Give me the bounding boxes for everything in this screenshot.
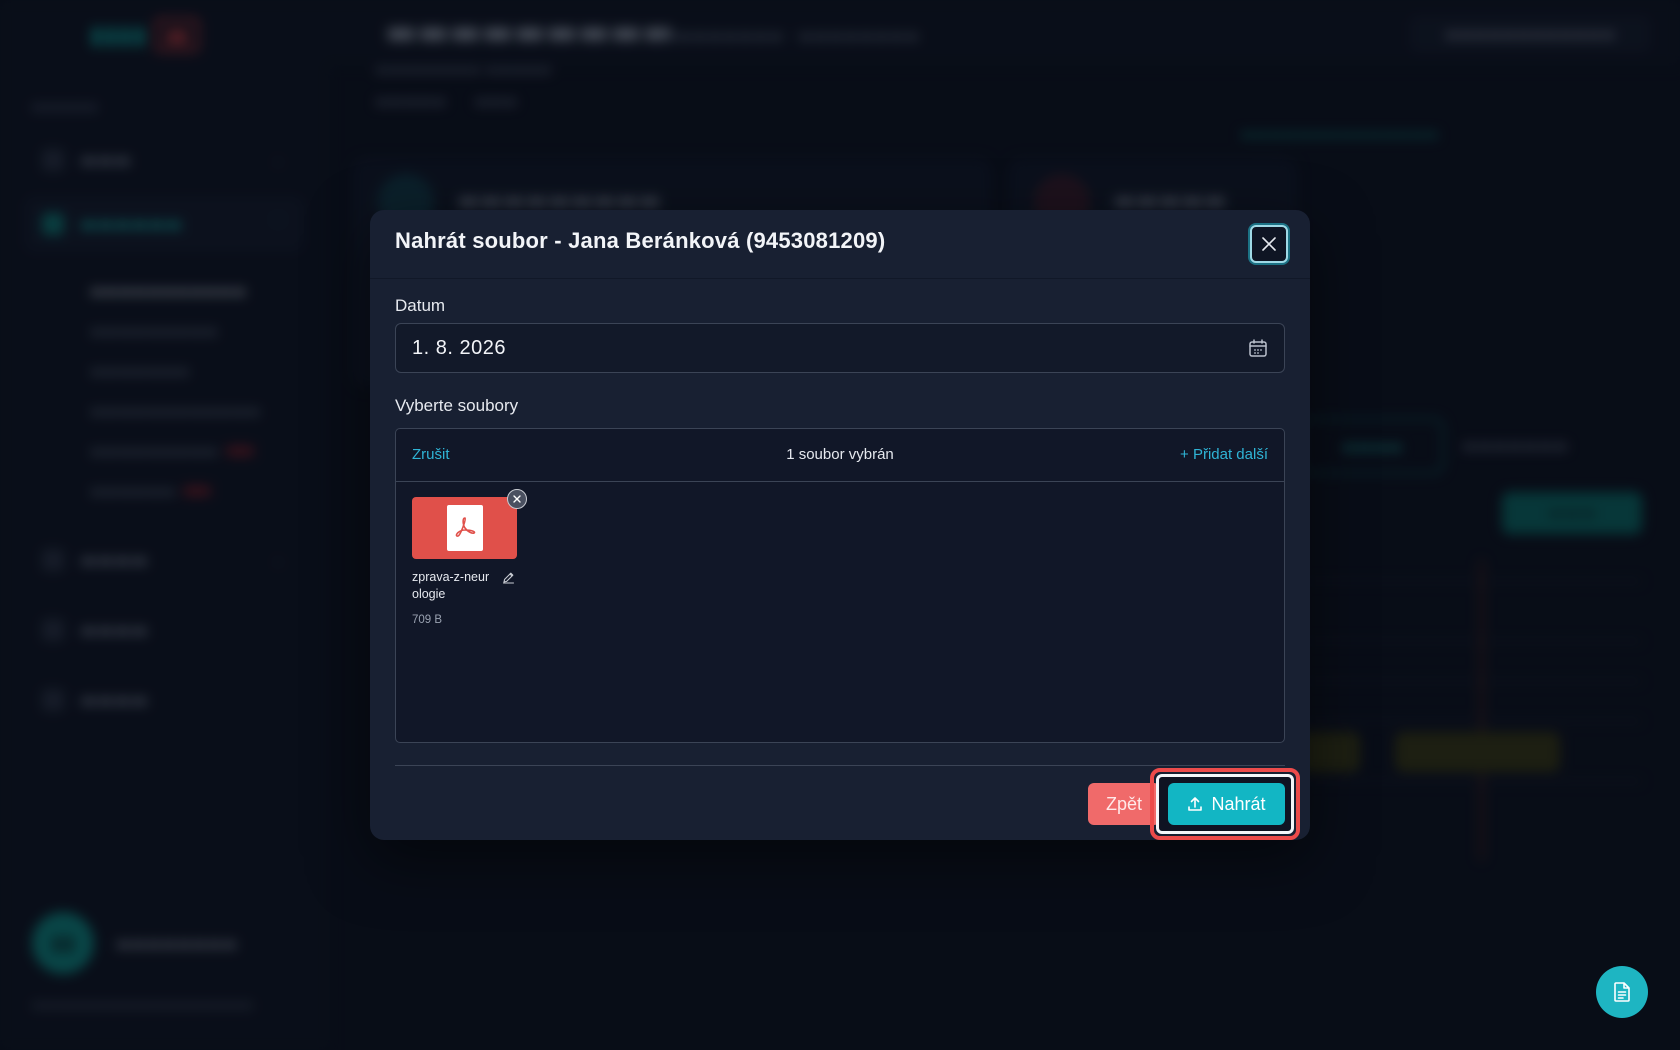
- selected-count: 1 soubor vybrán: [786, 446, 894, 463]
- footer-divider: [395, 765, 1285, 766]
- file-dropzone[interactable]: Zrušit 1 soubor vybrán + Přidat další zp…: [395, 428, 1285, 743]
- document-icon: [1614, 982, 1630, 1002]
- remove-file-icon: [513, 495, 521, 503]
- upload-icon: [1188, 797, 1203, 811]
- modal-title: Nahrát soubor - Jana Beránková (94530812…: [395, 228, 886, 253]
- file-name: zprava-z-neurologie: [412, 570, 490, 601]
- modal-header: Nahrát soubor - Jana Beránková (94530812…: [370, 210, 1310, 279]
- files-label: Vyberte soubory: [395, 396, 519, 415]
- upload-button[interactable]: Nahrát: [1168, 783, 1285, 825]
- upload-file-modal: Nahrát soubor - Jana Beránková (94530812…: [370, 210, 1310, 840]
- file-thumbnail: [412, 497, 517, 559]
- date-label: Datum: [395, 296, 446, 315]
- document-fab[interactable]: [1596, 966, 1648, 1018]
- date-field[interactable]: 1. 8. 2026: [395, 323, 1285, 373]
- upload-button-label: Nahrát: [1211, 793, 1266, 814]
- add-more-link[interactable]: + Přidat další: [1180, 446, 1268, 463]
- dropzone-toolbar: Zrušit 1 soubor vybrán + Přidat další: [396, 429, 1284, 482]
- close-button[interactable]: [1250, 225, 1288, 263]
- pdf-icon: [455, 517, 476, 537]
- remove-file-button[interactable]: [507, 489, 527, 509]
- calendar-icon[interactable]: [1248, 338, 1268, 358]
- pencil-icon[interactable]: [502, 571, 515, 584]
- date-value: 1. 8. 2026: [412, 337, 506, 359]
- file-size: 709 B: [412, 614, 443, 626]
- close-icon: [1262, 237, 1276, 251]
